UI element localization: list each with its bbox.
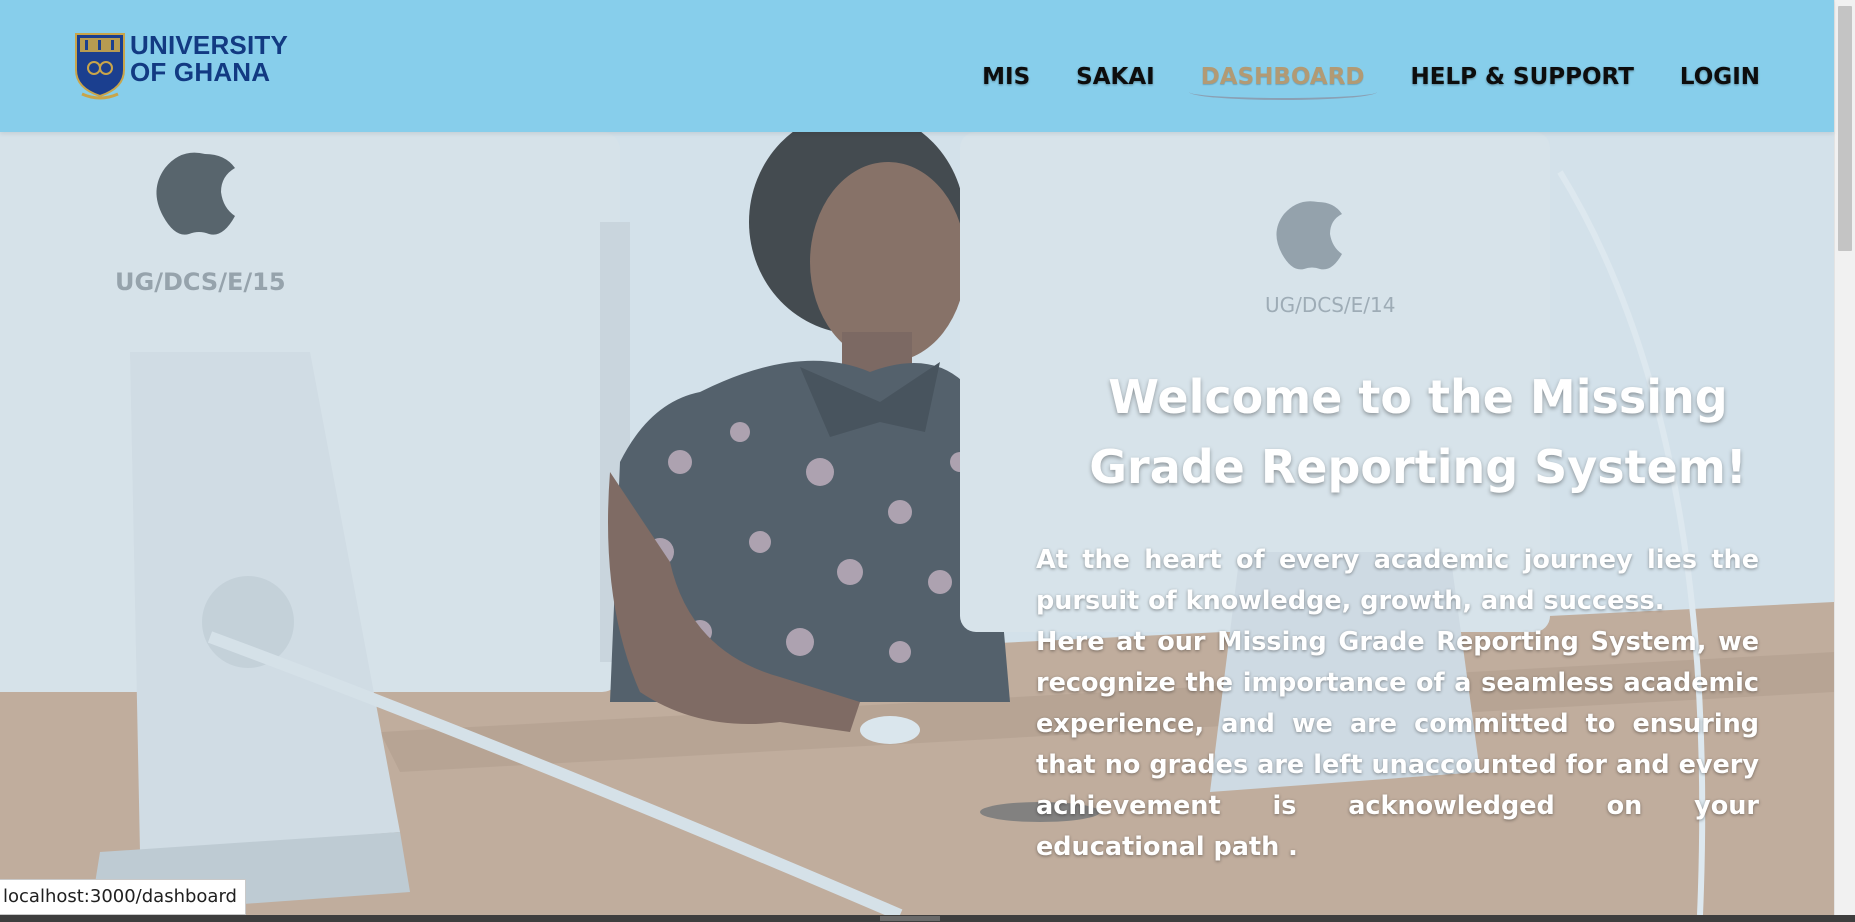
vertical-scrollbar-thumb[interactable] [1838, 6, 1852, 251]
university-name-line2: OF GHANA [130, 57, 271, 87]
hero-section: UG/DCS/E/15 UG/DCS/E/14 Welcome to the M… [0, 132, 1834, 915]
university-name: UNIVERSITY OF GHANA [130, 32, 288, 86]
university-crest-icon [74, 32, 126, 100]
vertical-scrollbar[interactable] [1834, 0, 1855, 915]
status-bar-url: localhost:3000/dashboard [0, 879, 246, 915]
horizontal-scrollbar[interactable] [0, 915, 1855, 922]
university-name-line1: UNIVERSITY [130, 30, 289, 60]
hero-content: Welcome to the Missing Grade Reporting S… [1036, 362, 1762, 868]
nav-item-dashboard[interactable]: DASHBOARD [1188, 64, 1377, 100]
nav-item-login[interactable]: LOGIN [1680, 64, 1760, 90]
main-nav: MIS SAKAI DASHBOARD HELP & SUPPORT LOGIN [936, 64, 1760, 100]
hero-description: At the heart of every academic journey l… [1036, 540, 1759, 868]
horizontal-scrollbar-thumb[interactable] [880, 916, 940, 921]
hero-paragraph-1: At the heart of every academic journey l… [1036, 545, 1759, 616]
nav-item-sakai[interactable]: SAKAI [1076, 64, 1155, 90]
university-logo[interactable]: UNIVERSITY OF GHANA [74, 32, 288, 100]
top-header: UNIVERSITY OF GHANA MIS SAKAI DASHBOARD … [0, 0, 1834, 132]
hero-title: Welcome to the Missing Grade Reporting S… [1089, 370, 1747, 494]
hero-paragraph-2: Here at our Missing Grade Reporting Syst… [1036, 627, 1759, 862]
nav-item-help-support[interactable]: HELP & SUPPORT [1411, 64, 1634, 90]
nav-item-mis[interactable]: MIS [982, 64, 1030, 90]
